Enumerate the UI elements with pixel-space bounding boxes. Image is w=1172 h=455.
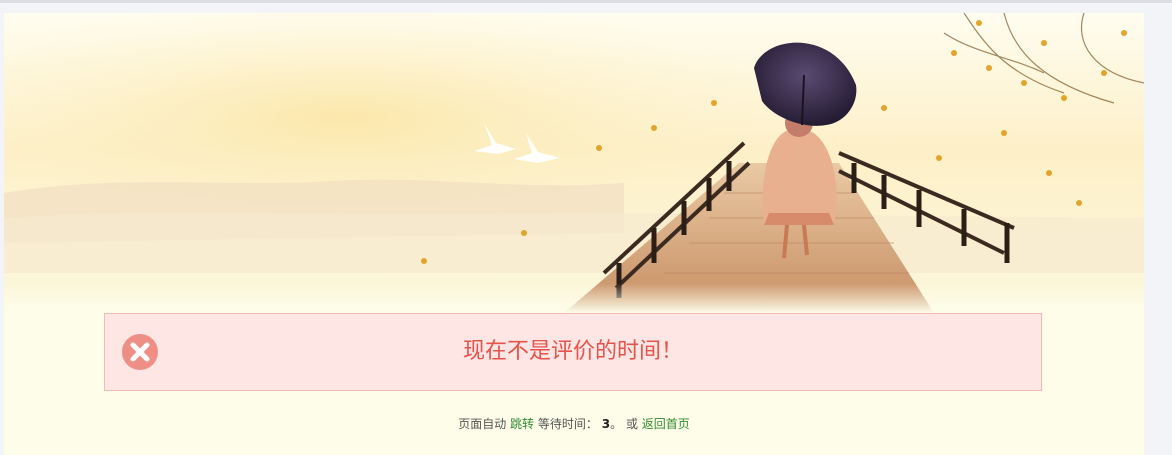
banner-illustration — [4, 13, 1144, 313]
page-container: 现在不是评价的时间！ 页面自动 跳转 等待时间： 3。 或 返回首页 — [4, 13, 1144, 455]
or-text: 或 — [625, 417, 638, 431]
browser-top-bar — [0, 0, 1172, 3]
home-link[interactable]: 返回首页 — [642, 417, 690, 431]
jump-link[interactable]: 跳转 — [510, 417, 534, 431]
countdown-period: 。 — [610, 417, 623, 431]
redirect-prefix: 页面自动 — [458, 417, 507, 431]
countdown-value: 3 — [601, 417, 611, 431]
redirect-notice: 页面自动 跳转 等待时间： 3。 或 返回首页 — [4, 415, 1144, 432]
wait-label: 等待时间： — [537, 417, 598, 431]
error-alert: 现在不是评价的时间！ — [104, 313, 1042, 391]
alert-message: 现在不是评价的时间！ — [462, 339, 683, 364]
